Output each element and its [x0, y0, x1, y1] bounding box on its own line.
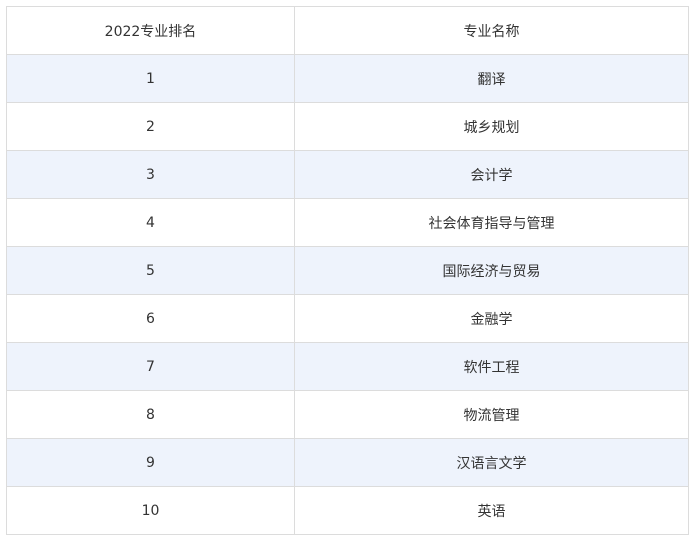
- header-major-name: 专业名称: [294, 6, 689, 55]
- ranking-table-container: 2022专业排名 专业名称 1 翻译 2 城乡规划 3 会计学 4 社会体育指导…: [6, 6, 689, 535]
- major-ranking-table: 2022专业排名 专业名称 1 翻译 2 城乡规划 3 会计学 4 社会体育指导…: [6, 6, 689, 535]
- rank-cell: 4: [6, 198, 295, 247]
- header-rank: 2022专业排名: [6, 6, 295, 55]
- table-row: 10 英语: [6, 486, 689, 535]
- major-name-cell: 国际经济与贸易: [294, 246, 689, 295]
- rank-cell: 7: [6, 342, 295, 391]
- table-row: 3 会计学: [6, 150, 689, 199]
- major-name-cell: 城乡规划: [294, 102, 689, 151]
- major-name-cell: 会计学: [294, 150, 689, 199]
- table-row: 4 社会体育指导与管理: [6, 198, 689, 247]
- table-row: 7 软件工程: [6, 342, 689, 391]
- rank-cell: 8: [6, 390, 295, 439]
- major-name-cell: 英语: [294, 486, 689, 535]
- rank-cell: 6: [6, 294, 295, 343]
- major-name-cell: 汉语言文学: [294, 438, 689, 487]
- rank-cell: 5: [6, 246, 295, 295]
- rank-cell: 1: [6, 54, 295, 103]
- table-row: 6 金融学: [6, 294, 689, 343]
- table-row: 1 翻译: [6, 54, 689, 103]
- table-row: 9 汉语言文学: [6, 438, 689, 487]
- rank-cell: 10: [6, 486, 295, 535]
- major-name-cell: 金融学: [294, 294, 689, 343]
- rank-cell: 9: [6, 438, 295, 487]
- major-name-cell: 物流管理: [294, 390, 689, 439]
- table-row: 8 物流管理: [6, 390, 689, 439]
- table-header-row: 2022专业排名 专业名称: [6, 6, 689, 55]
- major-name-cell: 社会体育指导与管理: [294, 198, 689, 247]
- table-row: 2 城乡规划: [6, 102, 689, 151]
- major-name-cell: 软件工程: [294, 342, 689, 391]
- major-name-cell: 翻译: [294, 54, 689, 103]
- rank-cell: 3: [6, 150, 295, 199]
- rank-cell: 2: [6, 102, 295, 151]
- table-row: 5 国际经济与贸易: [6, 246, 689, 295]
